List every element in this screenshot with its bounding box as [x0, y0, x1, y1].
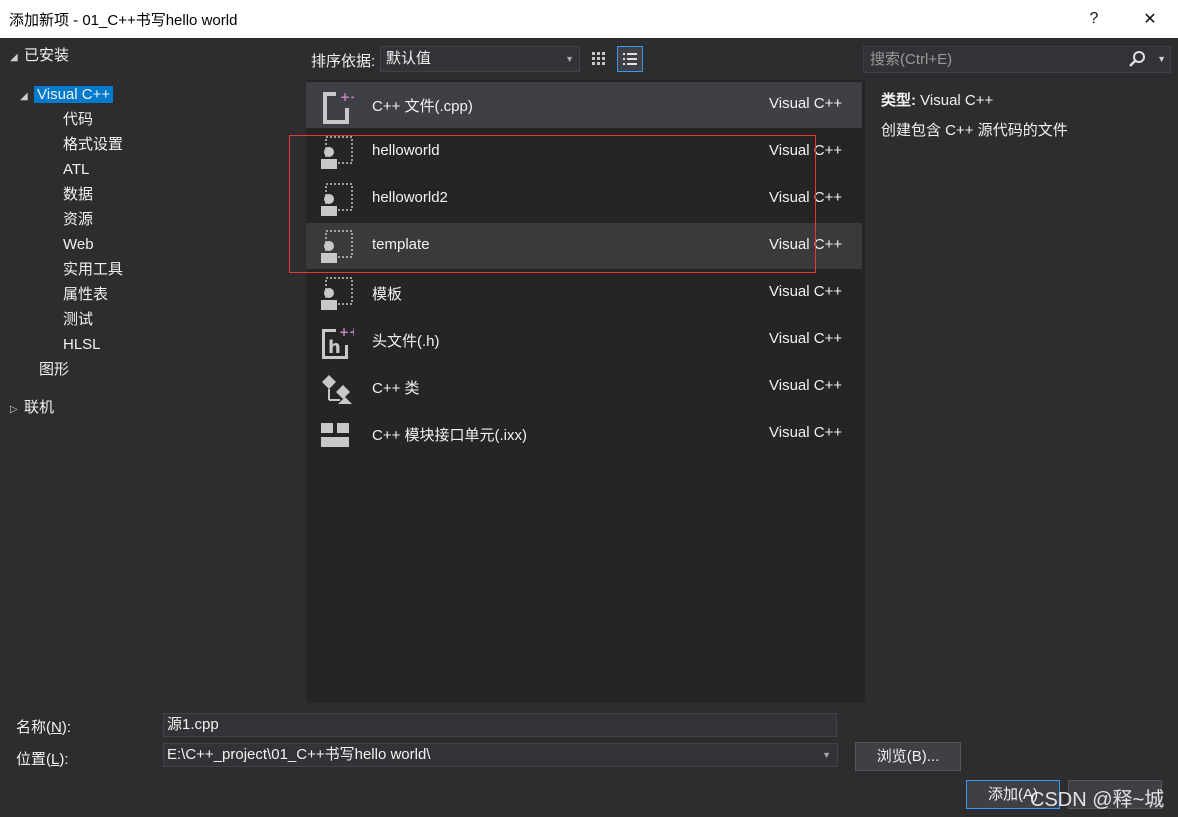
tree-item-code[interactable]: 代码 [63, 109, 93, 131]
template-icon [321, 230, 353, 263]
template-icon [321, 136, 353, 169]
sort-toolbar: 排序依据: 默认值 ▼ [306, 44, 866, 74]
template-type: Visual C++ [769, 424, 843, 441]
template-name: C++ 文件(.cpp) [372, 98, 473, 115]
details-type: 类型: Visual C++ [881, 89, 993, 110]
tree-item-data[interactable]: 数据 [63, 184, 93, 206]
location-field-label: 位置(L): [16, 751, 69, 768]
help-button[interactable]: ? [1066, 0, 1122, 38]
template-name: 模板 [372, 286, 403, 303]
template-type: Visual C++ [769, 189, 843, 206]
search-input[interactable]: 搜索(Ctrl+E) ▼ [863, 46, 1171, 73]
tree-item-hlsl[interactable]: HLSL [63, 334, 101, 356]
location-combobox[interactable]: E:\C++_project\01_C++书写hello world\ ▼ [163, 743, 838, 767]
expanded-arrow-icon[interactable]: ◢ [20, 86, 34, 108]
header-file-icon: h ++ [322, 325, 354, 359]
template-name: helloworld [372, 142, 440, 159]
template-type: Visual C++ [769, 377, 843, 394]
grid-view-icon [592, 52, 605, 65]
list-view-icon [623, 53, 637, 65]
close-button[interactable]: ✕ [1122, 0, 1178, 38]
list-item[interactable]: h ++ 头文件(.h) Visual C++ [306, 317, 862, 363]
tree-item-visual-cpp[interactable]: ◢ Visual C++ [20, 84, 114, 108]
collapsed-arrow-icon[interactable]: ▷ [10, 399, 24, 421]
template-list: ++ C++ 文件(.cpp) Visual C++ helloworld Vi… [306, 80, 865, 703]
details-type-value: Visual C++ [920, 92, 994, 109]
list-item[interactable]: 模板 Visual C++ [306, 270, 862, 316]
tree-item-online[interactable]: ▷ 联机 [10, 397, 54, 419]
tree-item-formatting[interactable]: 格式设置 [63, 134, 123, 156]
list-item[interactable]: C++ 类 Visual C++ [306, 364, 862, 410]
template-type: Visual C++ [769, 142, 843, 159]
search-options-chevron-icon[interactable]: ▼ [1157, 47, 1166, 72]
tree-item-test[interactable]: 测试 [63, 309, 93, 331]
sort-label: 排序依据: [311, 53, 376, 70]
name-field-label: 名称(N): [16, 719, 72, 736]
module-icon [321, 423, 349, 447]
expanded-arrow-icon[interactable]: ◢ [10, 47, 24, 69]
chevron-down-icon[interactable]: ▼ [822, 744, 831, 766]
name-field[interactable]: 源1.cpp [163, 713, 837, 737]
template-name: helloworld2 [372, 189, 448, 206]
tree-item-property-sheets[interactable]: 属性表 [63, 284, 108, 306]
template-type: Visual C++ [769, 95, 843, 112]
template-name: C++ 模块接口单元(.ixx) [372, 427, 528, 444]
cpp-file-icon: ++ [323, 90, 354, 124]
list-item[interactable]: helloworld Visual C++ [306, 129, 862, 175]
list-item[interactable]: template Visual C++ [306, 223, 862, 269]
search-icon[interactable] [1128, 50, 1146, 68]
tree-item-utility[interactable]: 实用工具 [63, 259, 123, 281]
search-placeholder: 搜索(Ctrl+E) [870, 51, 953, 68]
list-item[interactable]: ++ C++ 文件(.cpp) Visual C++ [306, 82, 862, 128]
location-value: E:\C++_project\01_C++书写hello world\ [167, 746, 431, 763]
svg-text:h: h [328, 337, 341, 358]
sort-select[interactable]: 默认值 ▼ [380, 46, 580, 72]
template-type: Visual C++ [769, 236, 843, 253]
svg-text:++: ++ [339, 325, 354, 339]
template-icon [321, 183, 353, 216]
sort-value: 默认值 [386, 50, 432, 67]
title-bar: 添加新项 - 01_C++书写hello world ? ✕ [0, 0, 1178, 38]
template-name: C++ 类 [372, 380, 420, 397]
template-type: Visual C++ [769, 330, 843, 347]
tree-item-graphics[interactable]: 图形 [39, 359, 69, 381]
template-type: Visual C++ [769, 283, 843, 300]
details-panel: 类型: Visual C++ 创建包含 C++ 源代码的文件 [866, 80, 1176, 703]
template-name: 头文件(.h) [372, 333, 440, 350]
category-tree: ◢ 已安装 ◢ Visual C++ 代码 格式设置 ATL 数据 资源 Web 实… [0, 38, 300, 706]
tree-item-resource[interactable]: 资源 [63, 209, 93, 231]
template-name: template [372, 236, 430, 253]
chevron-down-icon: ▼ [565, 54, 574, 64]
details-type-label: 类型: [881, 92, 916, 109]
tree-item-web[interactable]: Web [63, 234, 94, 256]
browse-button[interactable]: 浏览(B)... [855, 742, 961, 771]
svg-text:++: ++ [340, 90, 354, 104]
list-view-button[interactable] [617, 46, 643, 72]
tree-item-installed[interactable]: ◢ 已安装 [10, 45, 69, 67]
details-description: 创建包含 C++ 源代码的文件 [881, 122, 1068, 139]
class-icon [322, 375, 352, 404]
tree-item-atl[interactable]: ATL [63, 159, 89, 181]
template-icon [321, 277, 353, 310]
list-item[interactable]: helloworld2 Visual C++ [306, 176, 862, 222]
watermark: CSDN @释~城 [1030, 789, 1165, 811]
window-title: 添加新项 - 01_C++书写hello world [9, 11, 238, 29]
grid-view-button[interactable] [586, 46, 612, 72]
list-item[interactable]: C++ 模块接口单元(.ixx) Visual C++ [306, 411, 862, 457]
